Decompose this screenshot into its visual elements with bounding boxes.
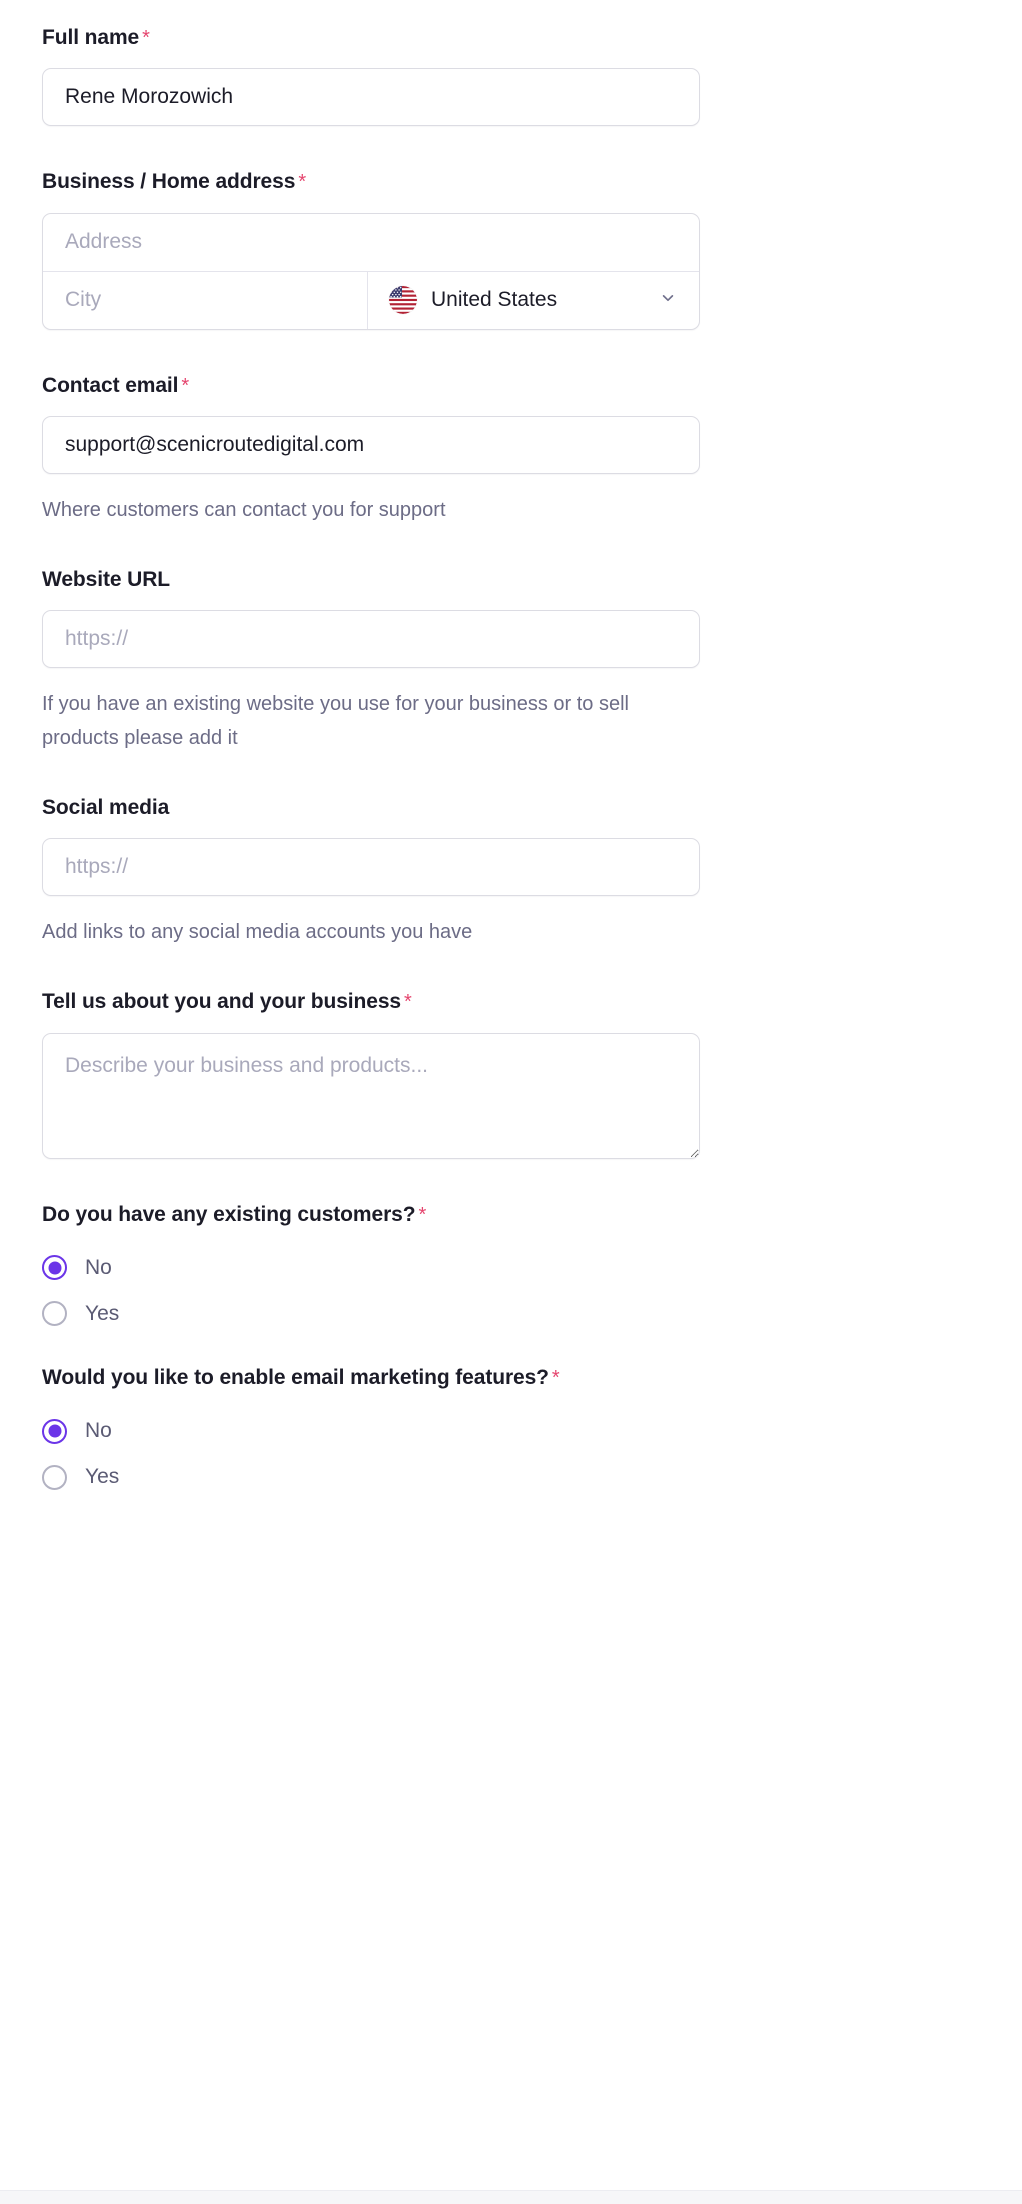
label-email-marketing-text: Would you like to enable email marketing… [42, 1365, 549, 1389]
address-group: United States [42, 212, 700, 330]
radio-indicator[interactable] [42, 1301, 67, 1327]
email-marketing-options: No Yes [42, 1408, 980, 1500]
radio-option-existing-customers-yes[interactable]: Yes [42, 1291, 302, 1337]
label-email-marketing: Would you like to enable email marketing… [42, 1364, 980, 1391]
required-marker: * [298, 171, 306, 194]
address-input[interactable] [43, 213, 699, 271]
page-footer-divider [0, 2190, 1022, 2204]
label-website-url-text: Website URL [42, 568, 171, 592]
required-marker: * [418, 1203, 427, 1226]
label-existing-customers: Do you have any existing customers? * [42, 1201, 980, 1228]
radio-option-email-marketing-no[interactable]: No [42, 1408, 302, 1454]
field-existing-customers: Do you have any existing customers? * No … [42, 1201, 980, 1337]
radio-label: No [85, 1255, 112, 1279]
contact-email-helper: Where customers can contact you for supp… [42, 498, 446, 521]
contact-email-input[interactable] [42, 415, 700, 474]
radio-indicator-selected[interactable] [42, 1418, 67, 1444]
label-existing-customers-text: Do you have any existing customers? [42, 1202, 416, 1226]
label-website-url: Website URL [42, 566, 980, 593]
field-contact-email: Contact email* Where customers can conta… [42, 372, 980, 527]
label-business-home-address-text: Business / Home address [42, 170, 296, 194]
label-social-media: Social media [42, 794, 980, 821]
business-details-form: Full name* Business / Home address* [0, 0, 1022, 1500]
label-social-media-text: Social media [42, 795, 170, 819]
field-email-marketing: Would you like to enable email marketing… [42, 1364, 980, 1500]
country-name: United States [431, 288, 558, 312]
radio-indicator[interactable] [42, 1464, 67, 1490]
radio-label: Yes [85, 1465, 120, 1489]
radio-label: No [85, 1419, 112, 1443]
address-line-row [43, 213, 699, 271]
label-about-business-text: Tell us about you and your business [42, 990, 401, 1014]
about-business-textarea[interactable] [42, 1032, 700, 1159]
onboarding-form-page: Full name* Business / Home address* [0, 0, 1022, 2204]
city-input[interactable] [43, 271, 367, 329]
field-business-home-address: Business / Home address * Address City U… [42, 168, 980, 330]
label-full-name-text: Full name [42, 26, 140, 49]
existing-customers-options: No Yes [42, 1245, 980, 1337]
radio-option-existing-customers-no[interactable]: No [42, 1245, 302, 1291]
full-name-input[interactable] [42, 68, 700, 127]
label-contact-email: Contact email * [42, 372, 980, 399]
radio-option-email-marketing-yes[interactable]: Yes [42, 1454, 302, 1500]
social-media-input[interactable] [42, 838, 700, 897]
city-country-row: United States [43, 270, 699, 329]
country-select[interactable]: United States [368, 272, 699, 329]
field-full-name: Full name * [42, 24, 980, 127]
label-full-name: Full name * [42, 24, 980, 51]
radio-label: Yes [85, 1301, 120, 1325]
required-marker: * [142, 27, 150, 49]
required-marker: * [404, 991, 412, 1014]
field-website-url: Website URL If you have an existing webs… [42, 566, 980, 755]
label-contact-email-text: Contact email [42, 373, 179, 397]
us-flag-icon [389, 286, 417, 315]
chevron-down-icon [659, 289, 677, 312]
label-business-home-address: Business / Home address * [42, 168, 980, 195]
city-cell [43, 271, 368, 329]
social-media-helper: Add links to any social media accounts y… [42, 921, 473, 944]
required-marker: * [551, 1366, 560, 1389]
website-url-helper: If you have an existing website you use … [42, 693, 629, 749]
field-about-business: Tell us about you and your business * [42, 988, 980, 1159]
radio-indicator-selected[interactable] [42, 1255, 67, 1281]
field-social-media: Social media Add links to any social med… [42, 794, 980, 949]
label-about-business: Tell us about you and your business * [42, 988, 980, 1015]
website-url-input[interactable] [42, 610, 700, 669]
required-marker: * [181, 374, 190, 397]
